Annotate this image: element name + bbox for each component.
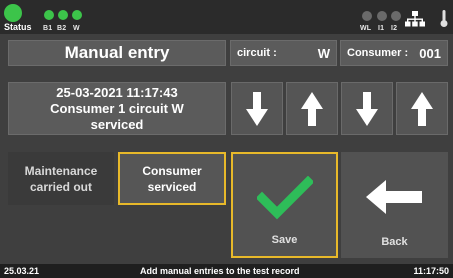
- record-description: Consumer 1 circuit W: [50, 100, 184, 116]
- status-led-icon: [4, 4, 22, 22]
- led-wl-label: WL: [360, 25, 372, 32]
- record-entry-display: 25-03-2021 11:17:43 Consumer 1 circuit W…: [8, 82, 226, 135]
- consumer-serviced-label-line2: serviced: [147, 179, 197, 194]
- record-datetime: 25-03-2021 11:17:43: [56, 84, 178, 100]
- screen: Status B1 B2 W WL I1 I2 Manual entry cir…: [0, 0, 453, 278]
- arrow-down-icon: [356, 91, 378, 126]
- led-i2-icon: [391, 11, 401, 21]
- arrow-up-icon: [301, 91, 323, 126]
- circuit-label: circuit :: [237, 47, 277, 59]
- footer-time: 11:17:50: [413, 266, 449, 276]
- led-b1-icon: [44, 10, 54, 20]
- thermometer-icon: [440, 10, 448, 27]
- arrow-left-icon: [366, 180, 422, 214]
- record-status: serviced: [90, 116, 144, 132]
- save-label: Save: [271, 234, 298, 246]
- circuit-value: W: [317, 45, 330, 61]
- arrow-down-icon: [246, 91, 268, 126]
- consumer-down-button[interactable]: [341, 82, 393, 135]
- led-i1-icon: [377, 11, 387, 21]
- footer-status-line: 25.03.21 Add manual entries to the test …: [0, 264, 453, 278]
- led-b2-icon: [58, 10, 68, 20]
- consumer-serviced-label-line1: Consumer: [142, 163, 202, 178]
- maintenance-label-line1: Maintenance: [24, 163, 98, 178]
- circuit-up-button[interactable]: [286, 82, 338, 135]
- save-button[interactable]: Save: [231, 152, 338, 258]
- consumer-value: 001: [419, 45, 441, 61]
- status-label: Status: [4, 22, 32, 32]
- consumer-label: Consumer :: [347, 47, 409, 59]
- footer-date: 25.03.21: [4, 266, 40, 276]
- led-b2-label: B2: [57, 25, 67, 32]
- checkmark-icon: [257, 176, 313, 220]
- led-b1-label: B1: [43, 25, 53, 32]
- led-w-label: W: [73, 25, 80, 32]
- back-label: Back: [381, 236, 408, 248]
- led-wl-icon: [362, 11, 372, 21]
- maintenance-label-line2: carried out: [29, 179, 92, 194]
- led-i1-label: I1: [378, 25, 385, 32]
- maintenance-carried-out-button[interactable]: Maintenance carried out: [8, 152, 114, 205]
- consumer-up-button[interactable]: [396, 82, 448, 135]
- arrow-up-icon: [411, 91, 433, 126]
- led-i2-label: I2: [391, 25, 398, 32]
- consumer-serviced-button[interactable]: Consumer serviced: [118, 152, 226, 205]
- consumer-field[interactable]: Consumer : 001: [340, 40, 448, 66]
- status-bar: Status B1 B2 W WL I1 I2: [0, 0, 453, 34]
- network-icon: [405, 11, 425, 27]
- circuit-down-button[interactable]: [231, 82, 283, 135]
- led-w-icon: [72, 10, 82, 20]
- circuit-field[interactable]: circuit : W: [230, 40, 337, 66]
- footer-message: Add manual entries to the test record: [140, 266, 300, 276]
- page-title: Manual entry: [8, 40, 226, 66]
- back-button[interactable]: Back: [341, 152, 448, 258]
